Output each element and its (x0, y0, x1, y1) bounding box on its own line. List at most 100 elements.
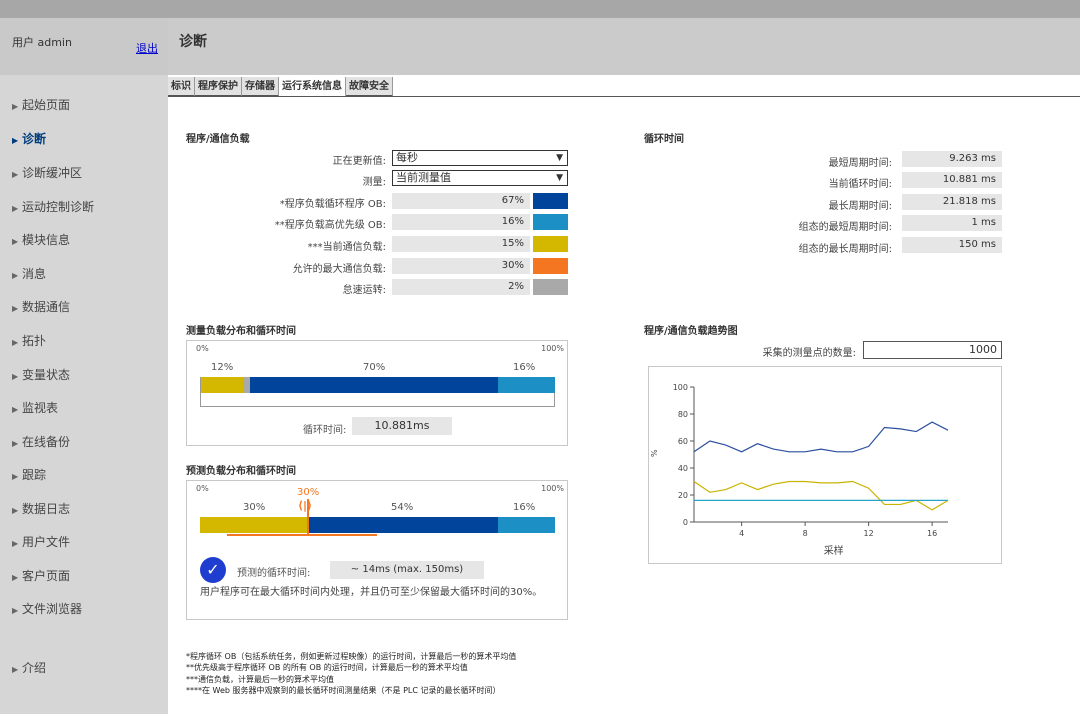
y-tick-label: 80 (678, 410, 688, 419)
max-comm-marker-label: 30% (297, 487, 320, 498)
segment-label: 16% (513, 362, 536, 373)
tab-program-protection[interactable]: 程序保护 (195, 77, 242, 97)
load-segment-high-priority (498, 377, 555, 393)
cycle-row-label: 组态的最短周期时间: (798, 222, 892, 233)
x-tick-label: 8 (803, 529, 808, 538)
scale-end: 100% (541, 484, 564, 493)
load-segment-idle (243, 377, 250, 393)
chevron-right-icon: ▶ (12, 204, 19, 213)
user-label: 用户 admin (12, 36, 72, 49)
nav-item-introduction[interactable]: ▶ 介绍 (12, 659, 46, 676)
bar-frame (200, 377, 555, 407)
drag-handle-icon[interactable]: ⟨|⟩ (298, 499, 312, 512)
nav-item-messages[interactable]: ▶ 消息 (12, 265, 46, 282)
nav-item-user-files[interactable]: ▶ 用户文件 (12, 533, 70, 550)
color-swatch (533, 214, 568, 230)
nav-item-diagnostics[interactable]: ▶ 诊断 (12, 130, 46, 147)
segment-label: 70% (363, 362, 386, 373)
tab-bar: 标识 程序保护 存储器 运行系统信息 故障安全 (168, 77, 393, 97)
sidebar: ▶ 起始页面 ▶ 诊断 ▶ 诊断缓冲区 ▶ 运动控制诊断 ▶ 模块信息 ▶ 消息 ▶ 数据通信… (0, 75, 168, 714)
x-tick-label: 16 (927, 529, 937, 538)
cycle-row-label: 当前循环时间: (828, 179, 892, 190)
nav-item-communication[interactable]: ▶ 数据通信 (12, 298, 70, 315)
load-segment-comm (201, 377, 243, 393)
tab-fail-safe[interactable]: 故障安全 (346, 77, 393, 97)
segment-label: 12% (211, 362, 234, 373)
cycle-time-value: 10.881ms (352, 417, 452, 435)
user-panel: 用户 admin 退出 (0, 18, 168, 75)
nav-item-tag-status[interactable]: ▶ 变量状态 (12, 366, 70, 383)
nav-item-online-backup[interactable]: ▶ 在线备份 (12, 433, 70, 450)
nav-item-start-page[interactable]: ▶ 起始页面 (12, 96, 70, 113)
chevron-right-icon: ▶ (12, 439, 19, 448)
scale-end: 100% (541, 344, 564, 353)
load-row-value: 16% (392, 214, 530, 230)
nav-item-motion-control[interactable]: ▶ 运动控制诊断 (12, 198, 94, 215)
nav-item-trace[interactable]: ▶ 跟踪 (12, 466, 46, 483)
cycle-row-value: 21.818 ms (902, 194, 1002, 210)
tab-runtime-info[interactable]: 运行系统信息 (279, 77, 346, 97)
measured-section-title: 测量负载分布和循环时间 (186, 326, 296, 337)
segment-label: 54% (391, 502, 414, 513)
trend-section-title: 程序/通信负载趋势图 (644, 326, 738, 337)
nav-item-watch-tables[interactable]: ▶ 监视表 (12, 399, 58, 416)
y-axis-label: % (650, 449, 659, 457)
chevron-right-icon: ▶ (12, 606, 19, 615)
chevron-right-icon: ▶ (12, 372, 19, 381)
footnote: *程序循环 OB（包括系统任务，例如更新过程映像）的运行时间，计算最后一秒的算术… (186, 652, 517, 661)
footnote: ****在 Web 服务器中观察到的最长循环时间测量结果（不是 PLC 记录的最… (186, 686, 501, 695)
cycle-row-label: 组态的最长周期时间: (798, 244, 892, 255)
nav-item-customer-pages[interactable]: ▶ 客户页面 (12, 567, 70, 584)
predicted-section-title: 预测负载分布和循环时间 (186, 466, 296, 477)
chevron-right-icon: ▶ (12, 170, 19, 179)
cycle-row-value: 150 ms (902, 237, 1002, 253)
load-row-label: *程序负载循环程序 OB: (279, 199, 386, 210)
measure-select[interactable]: 当前测量值 ▼ (392, 170, 568, 186)
chevron-right-icon: ▶ (12, 506, 19, 515)
page-header: 诊断 (168, 18, 1080, 75)
nav-item-topology[interactable]: ▶ 拓扑 (12, 332, 46, 349)
nav-item-diagnostic-buffer[interactable]: ▶ 诊断缓冲区 (12, 164, 82, 181)
segment-label: 16% (513, 502, 536, 513)
series-line-2 (693, 480, 949, 511)
measure-label: 测量: (362, 177, 386, 188)
max-comm-range (227, 534, 377, 536)
chevron-right-icon: ▶ (12, 573, 19, 582)
chevron-right-icon: ▶ (12, 405, 19, 414)
chevron-right-icon: ▶ (12, 472, 19, 481)
load-segment-cyclic (250, 377, 498, 393)
tab-identification[interactable]: 标识 (168, 77, 195, 97)
y-tick-label: 60 (678, 437, 688, 446)
color-swatch (533, 236, 568, 252)
refresh-select[interactable]: 每秒 ▼ (392, 150, 568, 166)
footnote: **优先级高于程序循环 OB 的所有 OB 的运行时间，计算最后一秒的算术平均值 (186, 663, 468, 672)
cycle-time-label: 循环时间: (303, 425, 347, 436)
load-row-label: ***当前通信负载: (307, 242, 386, 253)
load-row-value: 2% (392, 279, 530, 295)
chevron-down-icon: ▼ (556, 153, 563, 163)
load-row-value: 15% (392, 236, 530, 252)
x-tick-label: 12 (864, 529, 874, 538)
points-label: 采集的测量点的数量: (762, 348, 856, 359)
chevron-down-icon: ▼ (556, 173, 563, 183)
measured-panel: 0% 100% 12% 70% 16% 循环时间: 10.881ms (186, 340, 568, 446)
series-line-1 (693, 421, 949, 453)
chevron-right-icon: ▶ (12, 271, 19, 280)
logout-link[interactable]: 退出 (136, 40, 158, 56)
y-tick-label: 20 (678, 491, 688, 500)
tab-memory[interactable]: 存储器 (242, 77, 279, 97)
cycle-row-value: 10.881 ms (902, 172, 1002, 188)
chevron-right-icon: ▶ (12, 136, 19, 145)
nav-item-file-browser[interactable]: ▶ 文件浏览器 (12, 600, 82, 617)
nav-item-module-info[interactable]: ▶ 模块信息 (12, 231, 70, 248)
load-row-value: 30% (392, 258, 530, 274)
predicted-cycle-value: ~ 14ms (max. 150ms) (330, 561, 484, 579)
points-input[interactable]: 1000 (863, 341, 1002, 359)
cycle-row-label: 最长周期时间: (828, 201, 892, 212)
chevron-right-icon: ▶ (12, 665, 19, 674)
nav-item-data-logs[interactable]: ▶ 数据日志 (12, 500, 70, 517)
load-row-label: 怠速运转: (342, 285, 386, 296)
chevron-right-icon: ▶ (12, 102, 19, 111)
cycle-row-value: 1 ms (902, 215, 1002, 231)
page-title: 诊断 (179, 34, 207, 50)
